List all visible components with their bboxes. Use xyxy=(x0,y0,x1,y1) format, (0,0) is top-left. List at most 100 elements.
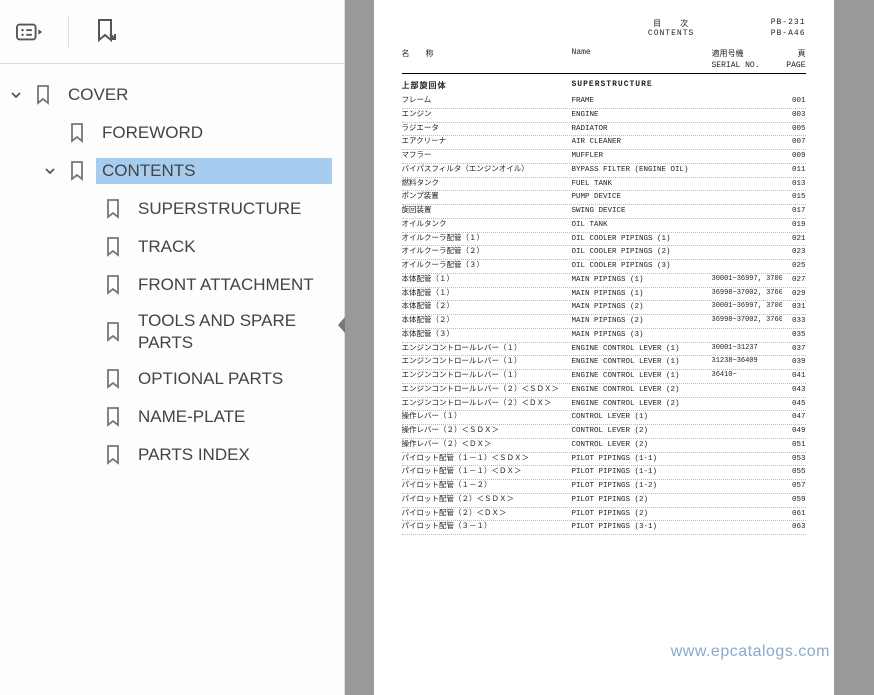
tree-item[interactable]: TRACK xyxy=(10,228,336,266)
bookmark-tool-icon[interactable] xyxy=(93,18,121,46)
cell-page: 035 xyxy=(782,329,806,342)
table-row: エンジンコントロールレバー（１）ENGINE CONTROL LEVER (1)… xyxy=(402,356,806,370)
cell-serial xyxy=(712,136,782,149)
tree-item-label: SUPERSTRUCTURE xyxy=(132,196,332,222)
cell-serial xyxy=(712,398,782,411)
table-row: パイロット配管（１－１）＜ＳＤＸ＞PILOT PIPINGS (1-1) 053 xyxy=(402,453,806,467)
tree-item-label: PARTS INDEX xyxy=(132,442,332,468)
cell-en: MUFFLER xyxy=(572,150,712,163)
tree-item[interactable]: OPTIONAL PARTS xyxy=(10,360,336,398)
cell-jp: オイルタンク xyxy=(402,219,572,232)
cell-page: 039 xyxy=(782,356,806,369)
tree-item[interactable]: PARTS INDEX xyxy=(10,436,336,474)
cell-en: PUMP DEVICE xyxy=(572,191,712,204)
cell-en: MAIN PIPINGS (2) xyxy=(572,315,712,328)
cell-jp: パイロット配管（１－２） xyxy=(402,480,572,493)
cell-en: SWING DEVICE xyxy=(572,205,712,218)
cell-serial: 30001~36997, 37003~37604 xyxy=(712,274,782,287)
table-row: パイロット配管（１－２）PILOT PIPINGS (1-2)057 xyxy=(402,480,806,494)
section-title-en: SUPERSTRUCTURE xyxy=(572,80,653,91)
cell-page: 001 xyxy=(782,95,806,108)
tree-item[interactable]: FRONT ATTACHMENT xyxy=(10,266,336,304)
tree-item[interactable]: CONTENTS xyxy=(10,152,336,190)
cell-page: 041 xyxy=(782,370,806,383)
cell-en: PILOT PIPINGS (3-1) xyxy=(572,521,712,534)
cell-jp: 本体配管（１） xyxy=(402,288,572,301)
document-viewport[interactable]: 目 次 PB-231 CONTENTS PB-A46 名 称 Name 適用号機… xyxy=(345,0,874,695)
cell-jp: エンジン xyxy=(402,109,572,122)
cell-page: 031 xyxy=(782,301,806,314)
table-row: 本体配管（１）MAIN PIPINGS (1)30001~36997, 3700… xyxy=(402,274,806,288)
table-row: エアクリーナAIR CLEANER007 xyxy=(402,136,806,150)
table-row: 本体配管（３）MAIN PIPINGS (3)035 xyxy=(402,329,806,343)
cell-jp: バイパスフィルタ（エンジンオイル） xyxy=(402,164,572,177)
chevron-down-icon[interactable] xyxy=(44,165,58,177)
tree-item[interactable]: FOREWORD xyxy=(10,114,336,152)
header-code1: PB-231 xyxy=(771,18,806,29)
cell-serial xyxy=(712,329,782,342)
bookmark-icon xyxy=(104,445,122,465)
colhead-serial-en: SERIAL NO. xyxy=(712,61,776,70)
table-row: エンジンコントロールレバー（２）＜ＳＤＸ＞ENGINE CONTROL LEVE… xyxy=(402,384,806,398)
colhead-page-en: PAGE xyxy=(776,61,806,70)
cell-page: 019 xyxy=(782,219,806,232)
bookmark-icon xyxy=(104,369,122,389)
cell-jp: エンジンコントロールレバー（１） xyxy=(402,356,572,369)
sidebar-toolbar xyxy=(0,0,344,64)
outline-view-icon[interactable] xyxy=(16,18,44,46)
cell-page: 021 xyxy=(782,233,806,246)
chevron-down-icon[interactable] xyxy=(10,89,24,101)
cell-en: ENGINE CONTROL LEVER (2) xyxy=(572,398,712,411)
cell-serial xyxy=(712,384,782,397)
cell-serial xyxy=(712,123,782,136)
table-row: ポンプ装置PUMP DEVICE015 xyxy=(402,191,806,205)
header-en: CONTENTS xyxy=(648,29,694,38)
cell-serial xyxy=(712,411,782,424)
cell-page: 023 xyxy=(782,246,806,259)
cell-page: 059 xyxy=(782,494,806,507)
cell-serial xyxy=(712,260,782,273)
tree-item-label: TOOLS AND SPARE PARTS xyxy=(132,308,332,356)
cell-jp: 操作レバー（２）＜ＳＤＸ＞ xyxy=(402,425,572,438)
cell-jp: オイルクーラ配管（３） xyxy=(402,260,572,273)
table-row: バイパスフィルタ（エンジンオイル）BYPASS FILTER (ENGINE O… xyxy=(402,164,806,178)
cell-page: 029 xyxy=(782,288,806,301)
cell-jp: フレーム xyxy=(402,95,572,108)
cell-page: 003 xyxy=(782,109,806,122)
tree-item[interactable]: NAME-PLATE xyxy=(10,398,336,436)
cell-page: 045 xyxy=(782,398,806,411)
bookmark-icon xyxy=(104,199,122,219)
tree-item[interactable]: SUPERSTRUCTURE xyxy=(10,190,336,228)
cell-en: PILOT PIPINGS (2) xyxy=(572,508,712,521)
tree-item[interactable]: COVER xyxy=(10,76,336,114)
cell-serial xyxy=(712,466,782,479)
cell-en: RADIATOR xyxy=(572,123,712,136)
cell-serial xyxy=(712,205,782,218)
table-row: 燃料タンクFUEL TANK013 xyxy=(402,178,806,192)
bookmark-tree: COVERFOREWORD CONTENTS SUPERSTRUCTURE TRACK… xyxy=(0,64,344,486)
cell-jp: オイルクーラ配管（１） xyxy=(402,233,572,246)
tree-item-label: CONTENTS xyxy=(96,158,332,184)
table-row: 旋回装置SWING DEVICE017 xyxy=(402,205,806,219)
cell-jp: 本体配管（２） xyxy=(402,315,572,328)
cell-en: OIL COOLER PIPINGS (1) xyxy=(572,233,712,246)
cell-jp: 操作レバー（２）＜ＤＸ＞ xyxy=(402,439,572,452)
cell-en: ENGINE CONTROL LEVER (1) xyxy=(572,370,712,383)
cell-serial xyxy=(712,453,782,466)
cell-jp: パイロット配管（２）＜ＳＤＸ＞ xyxy=(402,494,572,507)
bookmark-icon xyxy=(68,123,86,143)
cell-page: 011 xyxy=(782,164,806,177)
cell-en: FUEL TANK xyxy=(572,178,712,191)
table-row: エンジンENGINE003 xyxy=(402,109,806,123)
table-row: パイロット配管（２）＜ＳＤＸ＞PILOT PIPINGS (2) 059 xyxy=(402,494,806,508)
colhead-page-jp: 頁 xyxy=(776,48,806,59)
colhead-en-name: Name xyxy=(572,48,712,59)
table-row: 操作レバー（２）＜ＤＸ＞CONTROL LEVER (2) 051 xyxy=(402,439,806,453)
cell-serial xyxy=(712,425,782,438)
cell-jp: 燃料タンク xyxy=(402,178,572,191)
colhead-serial-jp: 適用号機 xyxy=(712,48,776,59)
cell-serial xyxy=(712,521,782,534)
tree-item[interactable]: TOOLS AND SPARE PARTS xyxy=(10,304,336,360)
bookmark-icon xyxy=(104,275,122,295)
cell-jp: エンジンコントロールレバー（１） xyxy=(402,343,572,356)
